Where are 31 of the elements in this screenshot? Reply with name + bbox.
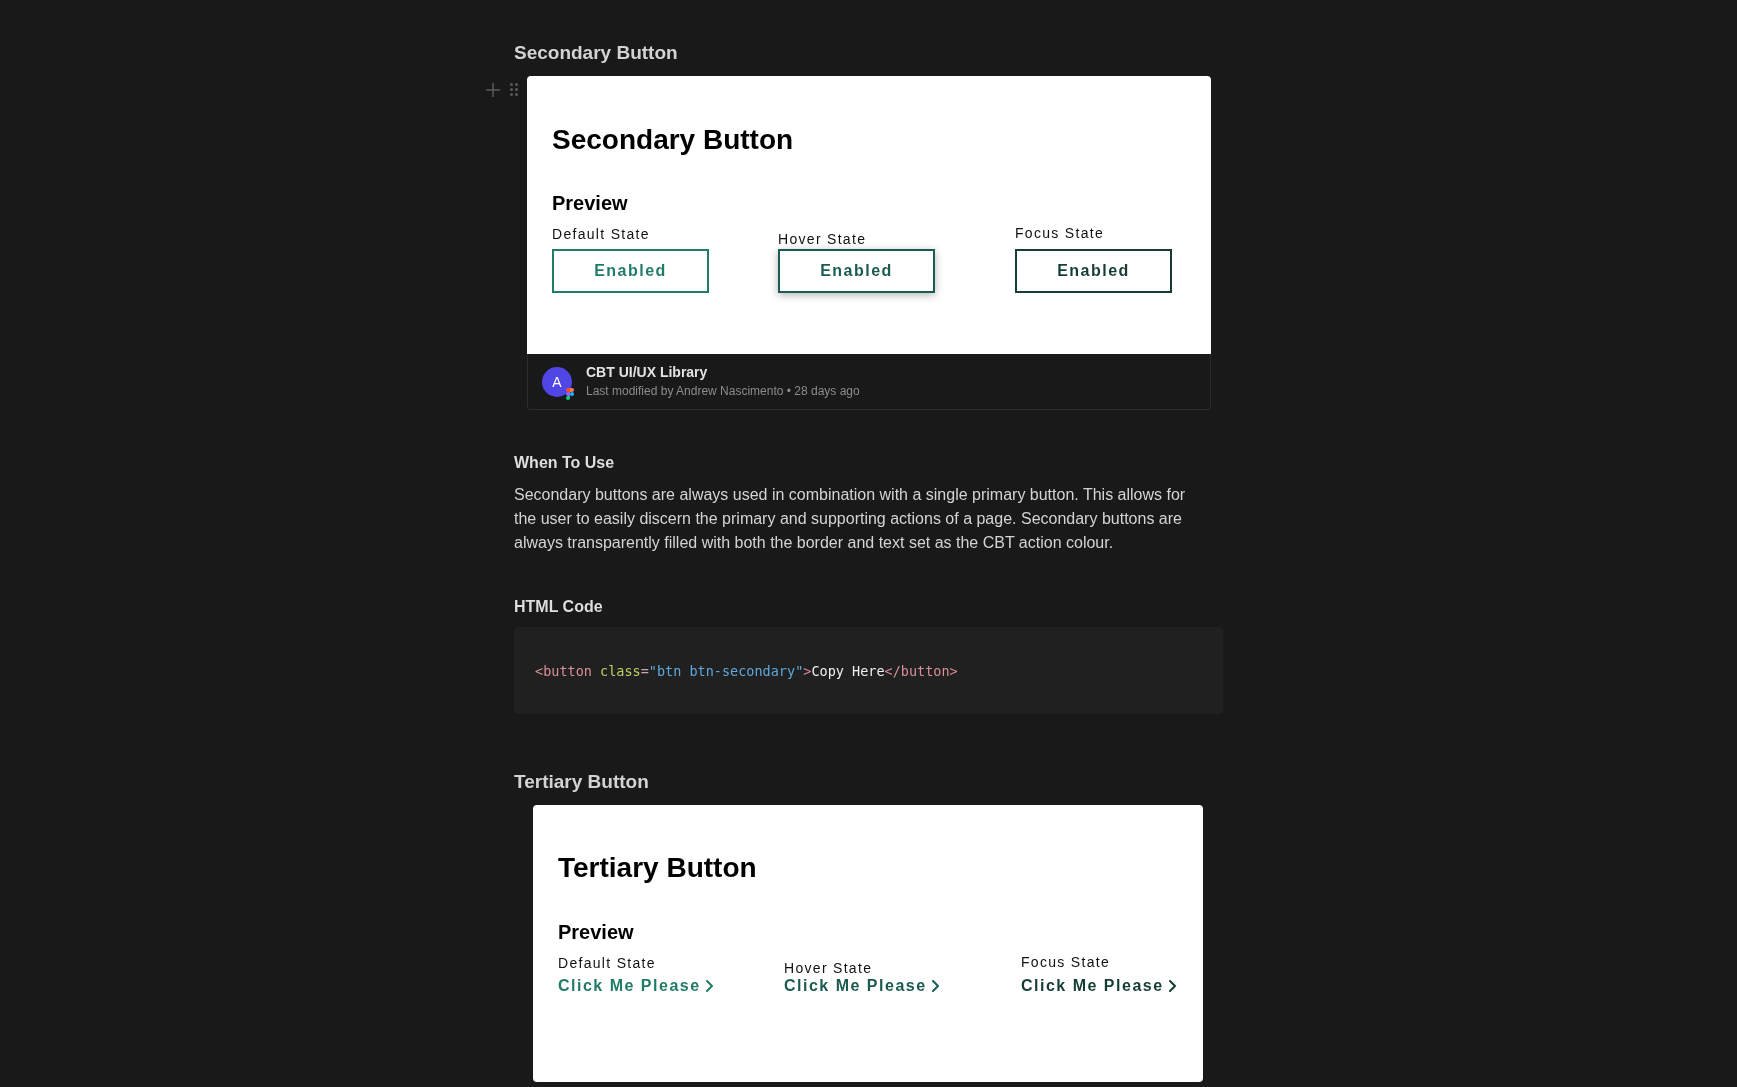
state-label: Focus State <box>1015 224 1104 242</box>
tertiary-link[interactable]: Click Me Please <box>1021 976 1176 996</box>
section-heading: Secondary Button <box>514 41 678 65</box>
chevron-right-icon <box>705 980 713 992</box>
state-label: Default State <box>558 954 656 972</box>
code-line: <button class="btn btn-secondary">Copy Here</button> <box>535 661 958 680</box>
avatar: A <box>542 366 572 397</box>
file-title: CBT UI/UX Library <box>586 364 708 381</box>
secondary-button[interactable]: Enabled <box>552 249 709 293</box>
state-label: Hover State <box>778 230 867 248</box>
card-title: Tertiary Button <box>558 851 757 885</box>
secondary-button[interactable]: Enabled <box>778 249 935 293</box>
description-text: Secondary buttons are always used in combination with a single primary button. This allows for the user to easily discern the primary and supporting actions of a page. Secondary buttons are always transparently filled with both the border and text set as the CBT action colour. <box>514 485 1187 553</box>
secondary-button[interactable]: Enabled <box>1015 249 1172 293</box>
chevron-right-icon <box>931 980 939 992</box>
subheading: HTML Code <box>514 597 603 617</box>
section-heading: Tertiary Button <box>514 770 649 794</box>
app-badge-icon <box>566 387 574 400</box>
chevron-right-icon <box>1168 980 1176 992</box>
plus-icon[interactable] <box>486 83 500 97</box>
grip-icon[interactable] <box>510 83 518 96</box>
preview-heading: Preview <box>558 920 634 945</box>
state-label: Default State <box>552 225 650 243</box>
state-label: Focus State <box>1021 953 1110 971</box>
preview-heading: Preview <box>552 191 628 216</box>
subheading: When To Use <box>514 453 615 473</box>
tertiary-link[interactable]: Click Me Please <box>558 976 713 996</box>
card-title: Secondary Button <box>552 123 794 157</box>
tertiary-link[interactable]: Click Me Please <box>784 976 939 996</box>
state-label: Hover State <box>784 959 873 977</box>
file-meta: Last modified by Andrew Nascimento • 28 days ago <box>586 384 860 399</box>
